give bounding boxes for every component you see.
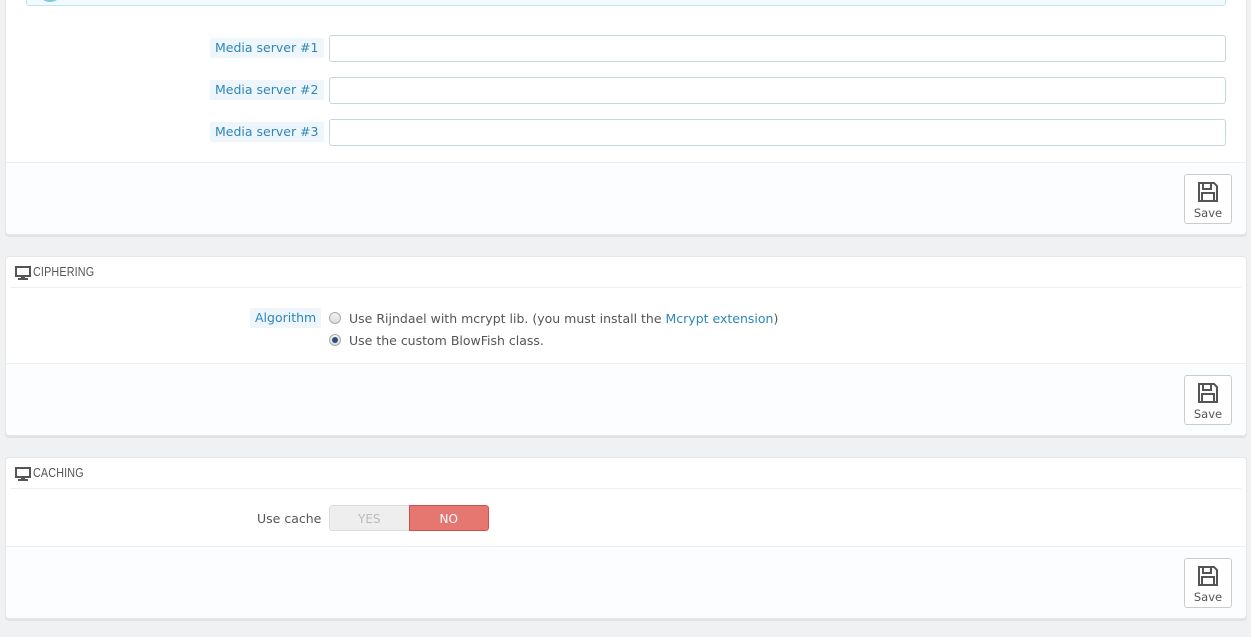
media-server-3-label: Media server #3	[210, 122, 324, 142]
floppy-disk-icon	[1198, 383, 1218, 403]
ciphering-panel: CIPHERING Algorithm Use Rijndael with mc…	[5, 256, 1247, 436]
ciphering-footer: Save	[6, 363, 1246, 435]
blowfish-option-text: Use the custom BlowFish class.	[349, 332, 544, 348]
media-servers-footer: Save	[6, 162, 1246, 234]
save-button-label: Save	[1193, 206, 1223, 220]
save-button-label: Save	[1193, 590, 1223, 604]
media-server-2-label: Media server #2	[210, 80, 324, 100]
ciphering-title: CIPHERING	[33, 265, 95, 279]
mcrypt-extension-link[interactable]: Mcrypt extension	[666, 311, 774, 326]
rijndael-option[interactable]: Use Rijndael with mcrypt lib. (you must …	[329, 309, 778, 327]
blowfish-radio[interactable]	[329, 334, 341, 346]
media-server-1-input[interactable]	[329, 35, 1226, 62]
use-cache-row: Use cache YES NO	[6, 504, 1246, 532]
rijndael-text: Use Rijndael with mcrypt lib. (you must …	[349, 310, 666, 326]
save-button[interactable]: Save	[1184, 375, 1232, 425]
floppy-disk-icon	[1198, 566, 1218, 586]
rijndael-text-end: )	[773, 310, 779, 326]
media-server-1-label: Media server #1	[210, 38, 324, 58]
desktop-monitor-icon	[15, 266, 31, 280]
caching-title: CACHING	[33, 466, 84, 480]
info-circle-icon	[37, 0, 63, 2]
caching-footer: Save	[6, 546, 1246, 618]
media-server-1-row: Media server #1	[6, 35, 1246, 65]
floppy-disk-icon	[1198, 182, 1218, 202]
media-server-2-row: Media server #2	[6, 77, 1246, 107]
rijndael-option-text: Use Rijndael with mcrypt lib. (you must …	[349, 311, 778, 326]
save-button[interactable]: Save	[1184, 174, 1232, 224]
save-button[interactable]: Save	[1184, 558, 1232, 608]
caching-heading: CACHING	[11, 458, 1241, 489]
media-server-3-row: Media server #3	[6, 119, 1246, 149]
algorithm-row: Algorithm Use Rijndael with mcrypt lib. …	[6, 305, 1246, 353]
use-cache-yes[interactable]: YES	[329, 505, 409, 531]
blowfish-option[interactable]: Use the custom BlowFish class.	[329, 331, 544, 349]
caching-panel: CACHING Use cache YES NO Save	[5, 457, 1247, 619]
use-cache-no[interactable]: NO	[408, 505, 489, 531]
use-cache-toggle[interactable]: YES NO	[329, 505, 489, 531]
media-server-3-input[interactable]	[329, 119, 1226, 146]
algorithm-label: Algorithm	[250, 308, 322, 328]
rijndael-radio[interactable]	[329, 312, 341, 324]
media-servers-panel: Media server #1 Media server #2 Media se…	[5, 0, 1247, 235]
ciphering-heading: CIPHERING	[11, 257, 1241, 288]
use-cache-label: Use cache	[257, 511, 322, 526]
desktop-monitor-icon	[15, 467, 31, 481]
media-server-2-input[interactable]	[329, 77, 1226, 104]
info-alert	[26, 0, 1226, 6]
save-button-label: Save	[1193, 407, 1223, 421]
